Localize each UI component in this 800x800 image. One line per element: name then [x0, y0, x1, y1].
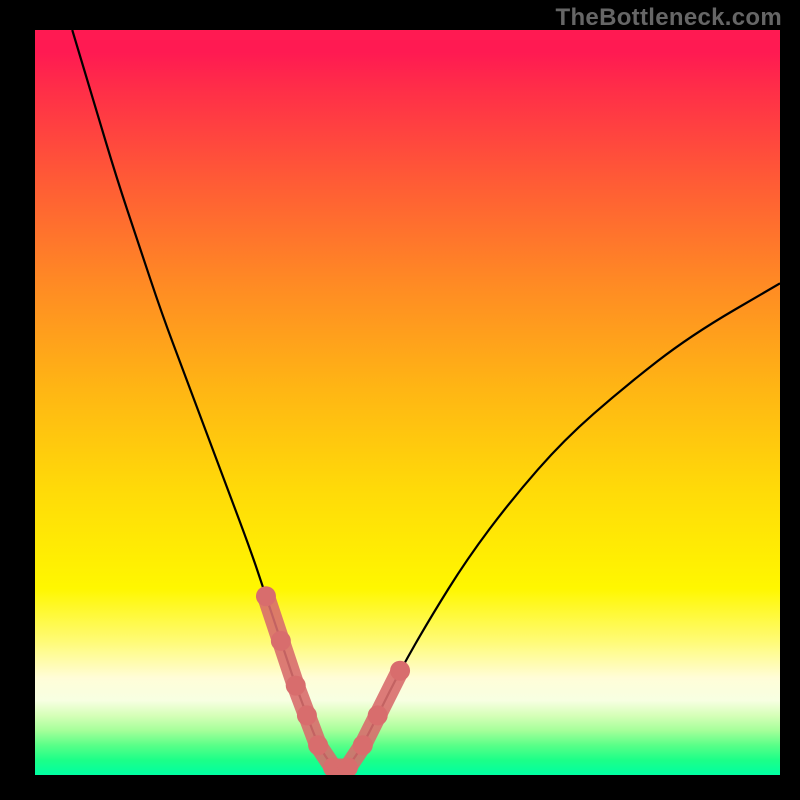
marker-point — [353, 735, 373, 755]
plot-area — [35, 30, 780, 775]
marker-point — [308, 735, 328, 755]
highlight-markers — [256, 586, 410, 775]
marker-point — [286, 676, 306, 696]
marker-point — [390, 661, 410, 681]
chart-frame: TheBottleneck.com — [0, 0, 800, 800]
marker-point — [271, 631, 291, 651]
marker-connector — [266, 596, 400, 767]
curve-layer — [35, 30, 780, 775]
marker-point — [256, 586, 276, 606]
marker-point — [297, 705, 317, 725]
bottleneck-curve — [72, 30, 780, 768]
watermark-text: TheBottleneck.com — [556, 4, 782, 32]
marker-point — [368, 705, 388, 725]
